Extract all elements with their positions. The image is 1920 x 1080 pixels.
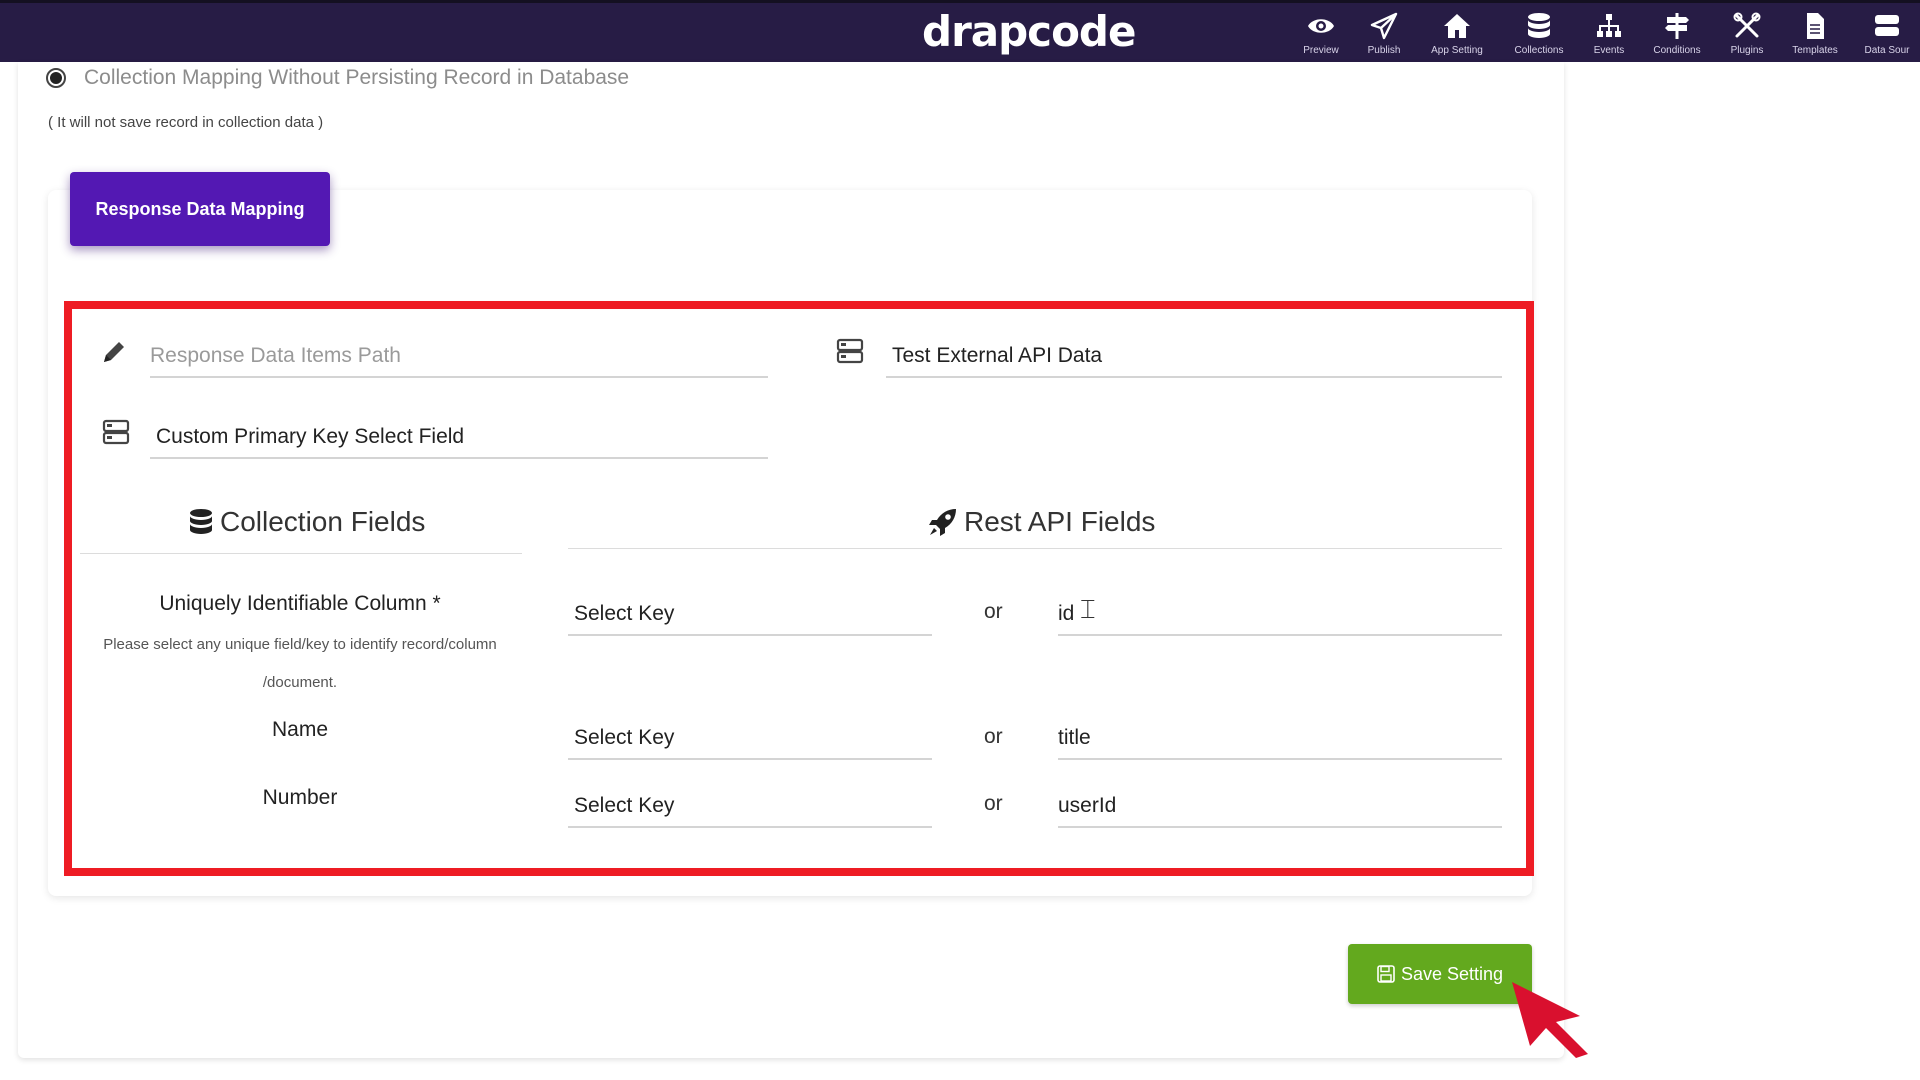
nav-plugins-label: Plugins xyxy=(1730,45,1764,56)
nav-publish[interactable]: Publish xyxy=(1351,11,1417,63)
divider xyxy=(568,548,1502,549)
number-label: Number xyxy=(262,786,338,809)
number-api-field-input[interactable]: userId xyxy=(1058,784,1502,828)
save-setting-button[interactable]: Save Setting xyxy=(1348,944,1532,1004)
nav-app-setting-label: App Setting xyxy=(1431,45,1483,56)
primary-key-select[interactable]: Custom Primary Key Select Field xyxy=(150,415,768,459)
persist-option-label: Collection Mapping Without Persisting Re… xyxy=(84,66,630,89)
nav-events[interactable]: Events xyxy=(1576,11,1642,63)
nav-templates[interactable]: Templates xyxy=(1782,11,1848,63)
divider xyxy=(80,553,522,554)
sitemap-icon xyxy=(1597,14,1621,37)
nav-preview-label: Preview xyxy=(1303,45,1339,56)
file-icon xyxy=(1807,13,1824,39)
number-select-key[interactable]: Select Key xyxy=(568,784,932,828)
name-label: Name xyxy=(271,718,329,741)
nav-data-sources-label: Data Sour xyxy=(1864,45,1910,56)
nav-conditions[interactable]: Conditions xyxy=(1644,11,1710,63)
nav-plugins[interactable]: Plugins xyxy=(1714,11,1780,63)
pointer-arrow-icon xyxy=(1512,982,1588,1058)
nav-data-sources[interactable]: Data Sour xyxy=(1854,11,1920,63)
nav-publish-label: Publish xyxy=(1367,45,1401,56)
unique-column-help-line1: Please select any unique field/key to id… xyxy=(103,636,497,653)
server-icon xyxy=(102,419,130,445)
nav-collections[interactable]: Collections xyxy=(1506,11,1572,63)
signpost-icon xyxy=(1665,13,1689,39)
save-setting-label: Save Setting xyxy=(1400,963,1504,984)
pencil-icon xyxy=(104,342,124,362)
or-label: or xyxy=(984,725,1003,748)
collection-fields-title: Collection Fields xyxy=(220,506,426,537)
unique-column-help-line2: /document. xyxy=(262,674,338,691)
rocket-icon xyxy=(929,509,956,536)
items-path-input[interactable]: Response Data Items Path xyxy=(150,334,768,378)
paper-plane-icon xyxy=(1370,12,1398,40)
unique-column-label: Uniquely Identifiable Column * xyxy=(159,592,441,615)
name-select-key[interactable]: Select Key xyxy=(568,716,932,760)
collection-fields-header: Collection Fields xyxy=(188,506,425,538)
rest-api-fields-title: Rest API Fields xyxy=(964,506,1156,537)
or-label: or xyxy=(984,600,1003,623)
eye-icon xyxy=(1308,19,1334,33)
unique-api-field-input[interactable]: id xyxy=(1058,592,1502,636)
floppy-disk-icon xyxy=(1377,965,1395,983)
unique-select-key[interactable]: Select Key xyxy=(568,592,932,636)
text-cursor-icon: ⌶ xyxy=(1080,594,1096,624)
nav-preview[interactable]: Preview xyxy=(1288,11,1354,63)
response-data-mapping-button[interactable]: Response Data Mapping xyxy=(70,172,330,246)
nav-events-label: Events xyxy=(1593,45,1625,56)
persist-radio[interactable] xyxy=(46,68,66,88)
rest-api-fields-header: Rest API Fields xyxy=(928,506,1155,538)
nav-collections-label: Collections xyxy=(1514,45,1564,56)
database-icon xyxy=(1528,13,1550,38)
persist-option[interactable]: Collection Mapping Without Persisting Re… xyxy=(46,62,629,94)
server-icon xyxy=(836,338,864,364)
nav-templates-label: Templates xyxy=(1792,45,1838,56)
persist-option-note: ( It will not save record in collection … xyxy=(48,114,324,131)
nav-conditions-label: Conditions xyxy=(1653,45,1701,56)
or-label: or xyxy=(984,792,1003,815)
tools-icon xyxy=(1733,12,1761,38)
test-api-select[interactable]: Test External API Data xyxy=(886,334,1502,378)
top-navbar: drapcode Preview Publish App Setting Col… xyxy=(0,0,1920,62)
database-icon xyxy=(190,509,212,534)
nav-app-setting[interactable]: App Setting xyxy=(1424,11,1490,63)
home-icon xyxy=(1444,14,1470,38)
brand-logo[interactable]: drapcode xyxy=(922,9,1136,55)
server-icon xyxy=(1875,15,1899,36)
name-api-field-input[interactable]: title xyxy=(1058,716,1502,760)
